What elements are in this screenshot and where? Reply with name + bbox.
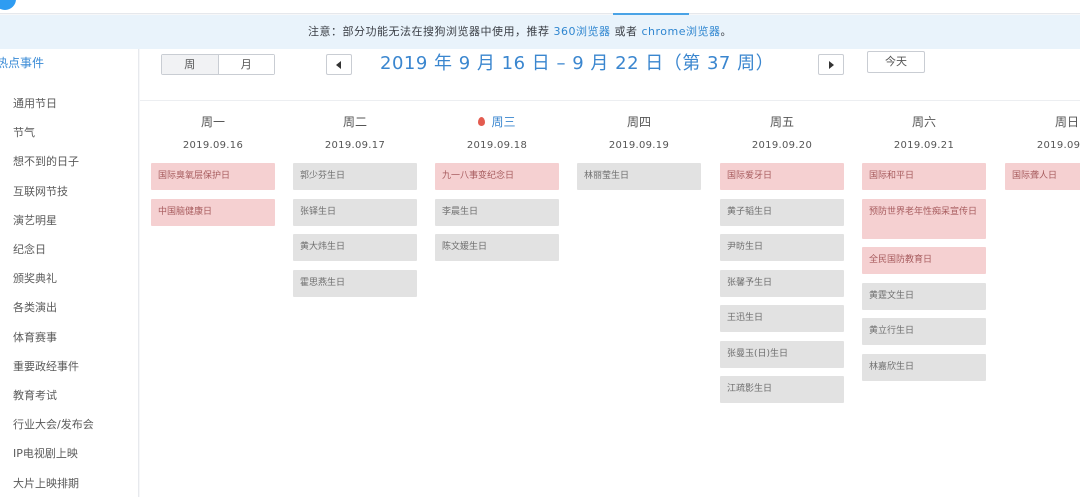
- today-button[interactable]: 今天: [867, 51, 925, 73]
- week-range-title: 2019 年 9 月 16 日 – 9 月 22 日（第 37 周）: [380, 53, 775, 74]
- notice-link-360[interactable]: 360浏览器: [554, 25, 611, 38]
- day-header: 周二: [293, 113, 417, 130]
- calendar-event[interactable]: 江疏影生日: [720, 376, 844, 403]
- day-name: 周五: [769, 115, 794, 129]
- calendar-event[interactable]: 中国脑健康日: [151, 198, 275, 226]
- calendar-event[interactable]: 黄霆文生日: [862, 282, 986, 310]
- notice-link-chrome[interactable]: chrome浏览器: [642, 25, 721, 38]
- calendar-event[interactable]: 九一八事变纪念日: [435, 163, 559, 190]
- sidebar-item[interactable]: 想不到的日子: [13, 152, 79, 172]
- calendar-event[interactable]: 国际臭氧层保护日: [151, 163, 275, 190]
- caret-right-icon: [829, 60, 834, 69]
- calendar-event[interactable]: 张馨予生日: [720, 269, 844, 297]
- sidebar-item[interactable]: IP电视剧上映: [13, 444, 78, 464]
- day-date: 2019.09.22: [1036, 140, 1080, 151]
- day-name: 周二: [342, 115, 367, 129]
- day-date: 2019.09.21: [893, 140, 955, 151]
- day-name: 周六: [911, 115, 936, 129]
- browser-notice: 注意：部分功能无法在搜狗浏览器中使用，推荐 360浏览器 或者 chrome浏览…: [0, 15, 1080, 49]
- calendar-event[interactable]: 黄立行生日: [862, 318, 986, 345]
- today-pin-icon: [478, 117, 486, 126]
- calendar-event[interactable]: 林嘉欣生日: [862, 353, 986, 381]
- sidebar-item[interactable]: 各类演出: [13, 298, 57, 318]
- calendar-event[interactable]: 预防世界老年性痴呆宣传日: [862, 198, 986, 239]
- day-header: 周四: [577, 113, 701, 130]
- calendar-event[interactable]: 林丽莹生日: [577, 163, 701, 190]
- notice-prefix: 注意：部分功能无法在搜狗浏览器中使用，推荐: [308, 25, 554, 38]
- calendar-event[interactable]: 国际爱牙日: [720, 163, 844, 190]
- sidebar-item[interactable]: 演艺明星: [13, 211, 57, 231]
- calendar-event[interactable]: 张曼玉(日)生日: [720, 340, 844, 368]
- day-header: 周五: [720, 113, 844, 130]
- calendar-event[interactable]: 陈文媛生日: [435, 234, 559, 261]
- day-header: 周一: [151, 113, 275, 130]
- header-divider: [140, 100, 1080, 101]
- calendar-event[interactable]: 黄大炜生日: [293, 234, 417, 261]
- day-date: 2019.09.20: [751, 140, 813, 151]
- calendar-event[interactable]: 国际和平日: [862, 163, 986, 190]
- day-date: 2019.09.18: [466, 140, 528, 151]
- sidebar-item[interactable]: 纪念日: [13, 240, 46, 260]
- day-date: 2019.09.16: [182, 140, 244, 151]
- sidebar-item[interactable]: 教育考试: [13, 386, 57, 406]
- calendar-event[interactable]: 尹昉生日: [720, 234, 844, 261]
- calendar-event[interactable]: 张铎生日: [293, 198, 417, 226]
- calendar-event[interactable]: 李晨生日: [435, 198, 559, 226]
- view-toggle: 周 月: [161, 54, 275, 75]
- caret-left-icon: [336, 60, 341, 69]
- month-view-button[interactable]: 月: [217, 55, 274, 74]
- day-header: 周三: [435, 113, 559, 130]
- sidebar-title[interactable]: 热点事件: [0, 54, 44, 71]
- day-name: 周一: [200, 115, 225, 129]
- sidebar-item[interactable]: 重要政经事件: [13, 357, 79, 377]
- sidebar-item[interactable]: 互联网节技: [13, 182, 68, 202]
- prev-week-button[interactable]: [326, 54, 352, 75]
- sidebar: 热点事件 通用节日节气想不到的日子 互联网节技演艺明星纪念日颁奖典礼各类演出体育赛…: [0, 49, 139, 497]
- notice-middle: 或者: [610, 25, 642, 38]
- calendar-event[interactable]: 霍思燕生日: [293, 269, 417, 297]
- sidebar-item[interactable]: 体育赛事: [13, 328, 57, 348]
- day-header: 周六: [862, 113, 986, 130]
- app-logo-icon[interactable]: [0, 0, 16, 10]
- calendar-event[interactable]: 黄子韬生日: [720, 198, 844, 226]
- top-bar: [0, 0, 1080, 15]
- sidebar-item[interactable]: 通用节日: [13, 94, 57, 114]
- sidebar-item[interactable]: 颁奖典礼: [13, 269, 57, 289]
- calendar-event[interactable]: 王迅生日: [720, 305, 844, 332]
- sidebar-item[interactable]: 节气: [13, 123, 35, 143]
- day-date: 2019.09.17: [324, 140, 386, 151]
- week-view-button[interactable]: 周: [162, 55, 218, 74]
- day-date: 2019.09.19: [608, 140, 670, 151]
- calendar-event[interactable]: 国际聋人日: [1005, 163, 1080, 190]
- sidebar-item[interactable]: 行业大会/发布会: [13, 415, 94, 435]
- day-name: 周四: [626, 115, 651, 129]
- sidebar-item[interactable]: 大片上映排期: [13, 474, 79, 494]
- day-name: 周三: [491, 115, 516, 129]
- next-week-button[interactable]: [818, 54, 844, 75]
- calendar-event[interactable]: 全民国防教育日: [862, 247, 986, 274]
- notice-text: 注意：部分功能无法在搜狗浏览器中使用，推荐 360浏览器 或者 chrome浏览…: [308, 15, 732, 49]
- day-name: 周日: [1054, 115, 1079, 129]
- calendar-event[interactable]: 郭少芬生日: [293, 163, 417, 190]
- notice-suffix: 。: [720, 25, 733, 38]
- day-header: 周日: [1005, 113, 1080, 130]
